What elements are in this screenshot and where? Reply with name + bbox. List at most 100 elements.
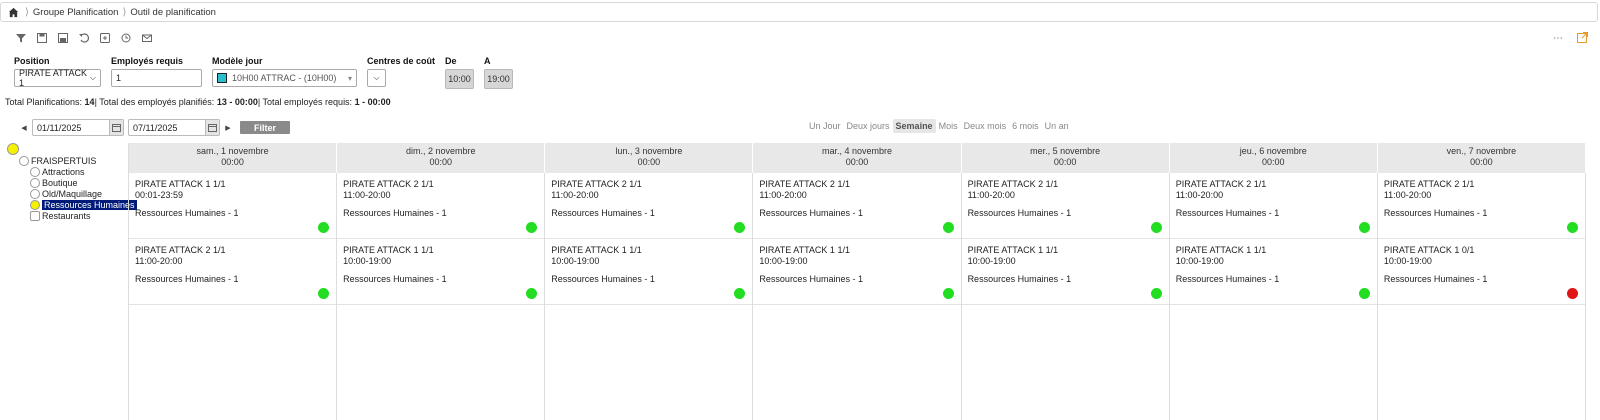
summary-prefix-1: Total Planifications: — [5, 97, 85, 107]
view-6-mois[interactable]: 6 mois — [1009, 119, 1042, 133]
day-total-time: 00:00 — [845, 157, 869, 167]
view-mois[interactable]: Mois — [936, 119, 961, 133]
status-dot-icon — [942, 222, 954, 233]
shift-card[interactable]: PIRATE ATTACK 2 1/1 11:00-20:00 Ressources… — [961, 173, 1169, 239]
day-column[interactable]: PIRATE ATTACK 2 1/1 11:00-20:00 Ressources… — [545, 173, 754, 420]
centres-select[interactable]: ⌵ — [367, 69, 386, 87]
shift-resource: Ressources Humaines - 1 — [1383, 208, 1488, 218]
filter-icon[interactable] — [14, 31, 27, 44]
shift-title: PIRATE ATTACK 2 1/1 — [967, 179, 1059, 189]
shift-hours: 11:00-20:00 — [551, 190, 599, 200]
save-icon[interactable] — [35, 31, 48, 44]
breadcrumb-item-groupe[interactable]: Groupe Planification — [33, 7, 119, 18]
calendar-icon[interactable] — [205, 120, 219, 135]
org-tree: FRAISPERTUIS Attractions Boutique Old/Ma… — [6, 143, 137, 221]
save-as-icon[interactable] — [56, 31, 69, 44]
de-time[interactable]: 10:00 — [445, 69, 475, 89]
view-un-jour[interactable]: Un Jour — [806, 119, 844, 133]
employes-input[interactable]: 1 — [111, 69, 202, 87]
day-header: mer., 5 novembre 00:00 — [961, 143, 1170, 173]
tree-radio[interactable] — [19, 155, 29, 166]
shift-resource: Ressources Humaines - 1 — [967, 274, 1072, 284]
shift-card[interactable]: PIRATE ATTACK 1 1/1 10:00-19:00 Ressources… — [545, 239, 753, 305]
shift-card[interactable]: PIRATE ATTACK 2 1/1 11:00-20:00 Ressources… — [337, 173, 545, 239]
date-to-input[interactable]: 07/11/2025 — [128, 119, 220, 136]
day-name: dim., 2 novembre — [405, 146, 476, 156]
shift-title: PIRATE ATTACK 1 1/1 — [1175, 245, 1267, 255]
shift-card[interactable]: PIRATE ATTACK 1 1/1 10:00-19:00 Ressources… — [961, 239, 1169, 305]
summary-total-requis: 1 - 00:00 — [354, 97, 391, 107]
tree-item-attractions[interactable]: Attractions — [30, 166, 137, 177]
day-header: dim., 2 novembre 00:00 — [337, 143, 546, 173]
shift-card[interactable]: PIRATE ATTACK 1 0/1 10:00-19:00 Ressources… — [1377, 239, 1585, 305]
tree-checkbox[interactable] — [30, 210, 40, 221]
undo-icon[interactable] — [77, 31, 90, 44]
day-column[interactable]: PIRATE ATTACK 2 1/1 11:00-20:00 Ressources… — [1377, 173, 1586, 420]
breadcrumb-separator: ⟩ — [25, 6, 29, 18]
shift-card[interactable]: PIRATE ATTACK 2 1/1 11:00-20:00 Ressources… — [1169, 173, 1377, 239]
tree-item-restaurants[interactable]: Restaurants — [30, 210, 137, 221]
breadcrumb-item-outil[interactable]: Outil de planification — [130, 7, 216, 18]
shift-card[interactable]: PIRATE ATTACK 2 1/1 11:00-20:00 Ressources… — [753, 173, 961, 239]
day-header: sam., 1 novembre 00:00 — [129, 143, 338, 173]
next-arrow-icon[interactable]: ▶ — [224, 124, 232, 132]
shift-resource: Ressources Humaines - 1 — [135, 208, 239, 218]
day-column[interactable]: PIRATE ATTACK 2 1/1 11:00-20:00 Ressources… — [961, 173, 1170, 420]
shift-card[interactable]: PIRATE ATTACK 2 1/1 11:00-20:00 Ressources… — [545, 173, 753, 239]
day-column[interactable]: PIRATE ATTACK 2 1/1 11:00-20:00 Ressources… — [337, 173, 546, 420]
home-icon[interactable] — [5, 4, 21, 20]
shift-title: PIRATE ATTACK 2 1/1 — [1175, 179, 1267, 189]
top-right-actions: ⋯ — [1553, 32, 1588, 45]
status-dot-icon — [1566, 288, 1578, 299]
day-column[interactable]: PIRATE ATTACK 1 1/1 00:01-23:59 Ressources… — [129, 173, 338, 420]
tree-root-label: FRAISPERTUIS — [31, 155, 97, 166]
tree-radio[interactable] — [30, 199, 40, 210]
more-icon[interactable]: ⋯ — [1553, 33, 1563, 44]
filter-button[interactable]: Filter — [240, 121, 290, 134]
tree-radio[interactable] — [30, 188, 40, 199]
popout-icon[interactable] — [1577, 32, 1588, 45]
mail-icon[interactable] — [140, 31, 153, 44]
a-time[interactable]: 19:00 — [484, 69, 514, 89]
history-icon[interactable] — [119, 31, 132, 44]
calendar-header: sam., 1 novembre 00:00 dim., 2 novembre 00:… — [129, 143, 1586, 173]
shift-hours: 10:00-19:00 — [759, 256, 808, 266]
a-label: A — [484, 56, 491, 66]
shift-title: PIRATE ATTACK 1 1/1 — [551, 245, 642, 255]
tree-radio[interactable] — [30, 166, 40, 177]
position-select[interactable]: PIRATE ATTACK 1 ⌵ — [14, 68, 101, 88]
shift-card[interactable]: PIRATE ATTACK 1 1/1 10:00-19:00 Ressources… — [1169, 239, 1377, 305]
summary-prefix-3: | Total employés requis: — [257, 97, 355, 107]
export-icon[interactable] — [98, 31, 111, 44]
view-deux-mois[interactable]: Deux mois — [961, 119, 1010, 133]
tree-item-old-maquillage[interactable]: Old/Maquillage — [30, 188, 137, 199]
tree-item-boutique[interactable]: Boutique — [30, 177, 137, 188]
view-un-an[interactable]: Un an — [1042, 119, 1072, 133]
shift-card[interactable]: PIRATE ATTACK 2 1/1 11:00-20:00 Ressources… — [1377, 173, 1585, 239]
view-deux-jours[interactable]: Deux jours — [844, 119, 893, 133]
day-header: mar., 4 novembre 00:00 — [753, 143, 962, 173]
shift-card[interactable]: PIRATE ATTACK 2 1/1 11:00-20:00 Ressources… — [129, 239, 337, 305]
color-swatch — [217, 73, 227, 83]
shift-card[interactable]: PIRATE ATTACK 1 1/1 00:01-23:59 Ressources… — [129, 173, 337, 239]
shift-resource: Ressources Humaines - 1 — [759, 274, 863, 284]
status-dot-icon — [942, 288, 954, 299]
shift-hours: 11:00-20:00 — [135, 256, 183, 266]
tree-root[interactable]: FRAISPERTUIS — [19, 155, 137, 166]
day-column[interactable]: PIRATE ATTACK 2 1/1 11:00-20:00 Ressources… — [753, 173, 962, 420]
shift-card[interactable]: PIRATE ATTACK 1 1/1 10:00-19:00 Ressources… — [753, 239, 961, 305]
modele-select[interactable]: 10H00 ATTRAC - (10H00) ▾ — [212, 69, 357, 87]
day-column[interactable]: PIRATE ATTACK 2 1/1 11:00-20:00 Ressources… — [1169, 173, 1378, 420]
shift-title: PIRATE ATTACK 1 1/1 — [967, 245, 1059, 255]
shift-hours: 10:00-19:00 — [343, 256, 392, 266]
day-total-time: 00:00 — [1470, 157, 1493, 167]
prev-arrow-icon[interactable]: ◀ — [20, 124, 28, 132]
tree-radio[interactable] — [30, 177, 40, 188]
shift-resource: Ressources Humaines - 1 — [343, 274, 447, 284]
date-from-input[interactable]: 01/11/2025 — [32, 119, 124, 136]
shift-card[interactable]: PIRATE ATTACK 1 1/1 10:00-19:00 Ressources… — [337, 239, 545, 305]
tree-item-ressources-humaines[interactable]: Ressources Humaines — [30, 199, 137, 210]
calendar-icon[interactable] — [109, 120, 123, 135]
view-semaine[interactable]: Semaine — [892, 119, 936, 133]
shift-hours: 10:00-19:00 — [1383, 256, 1432, 266]
